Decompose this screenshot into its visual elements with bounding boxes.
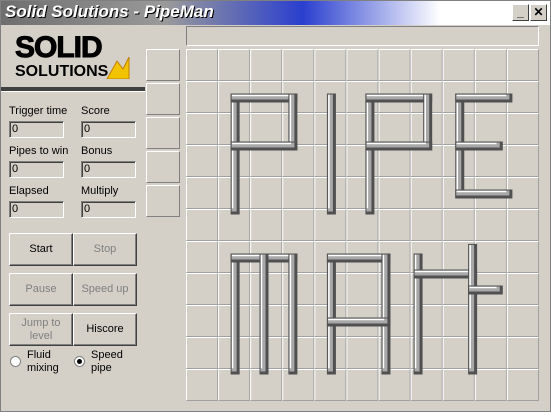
- app-window: Solid Solutions - PipeMan _ ✕ SOLID SOLU…: [0, 0, 551, 412]
- fluid-mixing-radio[interactable]: [10, 356, 21, 367]
- board-cell[interactable]: [506, 273, 539, 305]
- pause-button[interactable]: Pause: [9, 273, 73, 306]
- board-cell[interactable]: [346, 337, 379, 369]
- score-label: Score: [81, 105, 110, 117]
- board-cell[interactable]: [474, 305, 507, 337]
- board-cell[interactable]: [250, 209, 283, 241]
- pipe-queue: [146, 49, 180, 217]
- board-cell[interactable]: [346, 273, 379, 305]
- board-cell[interactable]: [186, 49, 219, 81]
- queue-slot: [146, 151, 180, 183]
- board-cell[interactable]: [474, 49, 507, 81]
- board-cell[interactable]: [506, 337, 539, 369]
- multiply-field: 0: [81, 201, 136, 218]
- board-cell[interactable]: [186, 273, 219, 305]
- bonus-field: 0: [81, 161, 136, 178]
- board-cell[interactable]: [474, 337, 507, 369]
- board-cell[interactable]: [506, 305, 539, 337]
- speed-up-button[interactable]: Speed up: [73, 273, 137, 306]
- board-cell[interactable]: [474, 369, 507, 401]
- board-cell[interactable]: [474, 209, 507, 241]
- board-cell[interactable]: [506, 49, 539, 81]
- title-bar[interactable]: Solid Solutions - PipeMan _ ✕: [1, 1, 550, 25]
- board-cell[interactable]: [410, 49, 443, 81]
- board-cell[interactable]: [186, 113, 219, 145]
- board-cell[interactable]: [506, 369, 539, 401]
- board-cell[interactable]: [250, 177, 283, 209]
- board-cell[interactable]: [506, 209, 539, 241]
- bonus-label: Bonus: [81, 145, 113, 157]
- board-cell[interactable]: [410, 209, 443, 241]
- board-cell[interactable]: [506, 145, 539, 177]
- flame-icon: [106, 57, 130, 79]
- board-cell[interactable]: [474, 113, 507, 145]
- trigger-time-label: Trigger time: [9, 105, 68, 117]
- game-board[interactable]: [186, 49, 539, 401]
- queue-slot: [146, 49, 180, 81]
- board-cell[interactable]: [314, 49, 347, 81]
- jump-to-level-button[interactable]: Jump to level: [9, 313, 73, 346]
- queue-slot: [146, 185, 180, 217]
- board-cell[interactable]: [282, 305, 315, 337]
- radio-selected-dot: [77, 359, 82, 364]
- board-cell[interactable]: [282, 49, 315, 81]
- flow-timer-bar: [186, 26, 539, 46]
- logo-word-solutions: SOLUTIONS: [15, 63, 109, 80]
- close-icon: ✕: [533, 5, 544, 19]
- speed-pipe-radio[interactable]: [74, 356, 85, 367]
- board-cell[interactable]: [186, 209, 219, 241]
- board-cell[interactable]: [282, 273, 315, 305]
- logo-word-solid: SOLID: [15, 31, 104, 65]
- window-title: Solid Solutions - PipeMan: [5, 2, 214, 21]
- board-cell[interactable]: [186, 81, 219, 113]
- board-cell[interactable]: [506, 241, 539, 273]
- minimize-button[interactable]: _: [512, 4, 529, 21]
- board-cell[interactable]: [378, 113, 411, 145]
- board-cell[interactable]: [250, 49, 283, 81]
- queue-slot: [146, 117, 180, 149]
- trigger-time-field: 0: [9, 121, 64, 138]
- board-cell[interactable]: [506, 113, 539, 145]
- board-cell[interactable]: [442, 49, 475, 81]
- board-cell[interactable]: [378, 209, 411, 241]
- score-field: 0: [81, 121, 136, 138]
- elapsed-field: 0: [9, 201, 64, 218]
- board-cell[interactable]: [218, 49, 251, 81]
- queue-slot: [146, 83, 180, 115]
- board-cell[interactable]: [250, 113, 283, 145]
- board-cell[interactable]: [186, 241, 219, 273]
- board-cell[interactable]: [346, 49, 379, 81]
- board-cell[interactable]: [186, 145, 219, 177]
- pipes-to-win-field: 0: [9, 161, 64, 178]
- board-cell[interactable]: [282, 369, 315, 401]
- logo-divider: [1, 87, 145, 92]
- board-cell[interactable]: [282, 113, 315, 145]
- multiply-label: Multiply: [81, 185, 119, 197]
- board-cell[interactable]: [282, 177, 315, 209]
- fluid-mixing-label: Fluid mixing: [27, 349, 59, 374]
- board-cell[interactable]: [378, 49, 411, 81]
- board-cell[interactable]: [282, 209, 315, 241]
- board-cell[interactable]: [282, 337, 315, 369]
- close-button[interactable]: ✕: [530, 4, 547, 21]
- speed-pipe-label: Speed pipe: [91, 349, 123, 374]
- board-cell[interactable]: [378, 177, 411, 209]
- board-cell[interactable]: [186, 305, 219, 337]
- start-button[interactable]: Start: [9, 233, 73, 266]
- minimize-icon: _: [517, 5, 524, 19]
- board-cell[interactable]: [186, 369, 219, 401]
- hiscore-button[interactable]: Hiscore: [73, 313, 137, 346]
- board-cell[interactable]: [410, 177, 443, 209]
- board-cell[interactable]: [442, 209, 475, 241]
- board-cell[interactable]: [186, 177, 219, 209]
- solid-solutions-logo: SOLID SOLUTIONS: [13, 31, 133, 81]
- board-cell[interactable]: [186, 337, 219, 369]
- board-cell[interactable]: [474, 241, 507, 273]
- board-cell[interactable]: [346, 369, 379, 401]
- stop-button[interactable]: Stop: [73, 233, 137, 266]
- pipes-to-win-label: Pipes to win: [9, 145, 69, 157]
- elapsed-label: Elapsed: [9, 185, 49, 197]
